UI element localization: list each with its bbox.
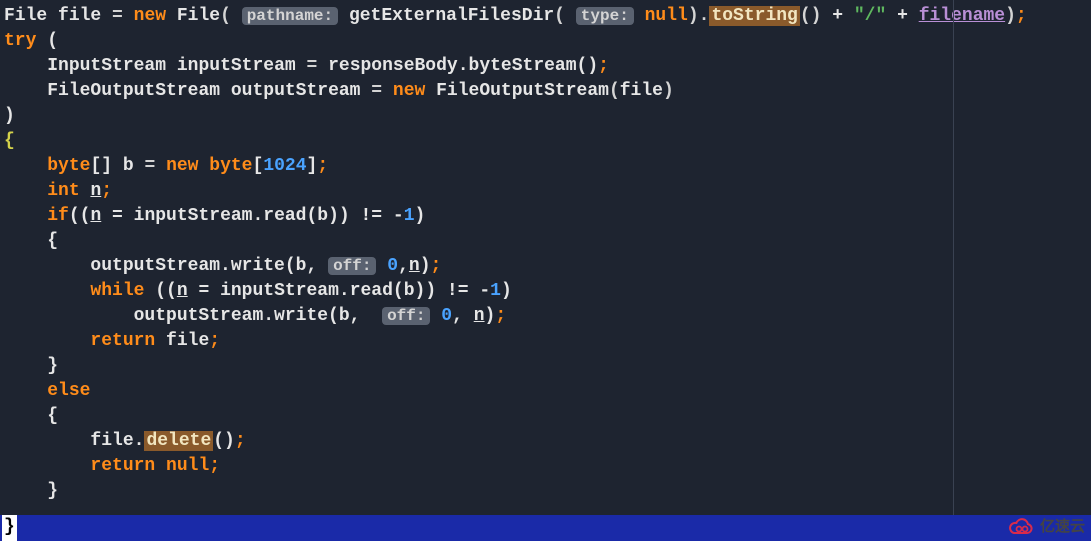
- type-file: File: [4, 6, 47, 26]
- hint-type: type:: [576, 7, 634, 25]
- var-n2: n: [90, 206, 101, 226]
- hint-off: off:: [328, 257, 376, 275]
- file-ctor: File: [177, 6, 220, 26]
- var-n: n: [90, 181, 101, 201]
- fos-arg: file: [620, 81, 663, 101]
- right-margin-line: [953, 0, 954, 515]
- plus1: +: [821, 6, 853, 26]
- expr-body: responseBody.byteStream(): [328, 56, 598, 76]
- kw-return: return: [90, 331, 155, 351]
- semi1: ;: [1016, 6, 1027, 26]
- getext: getExternalFilesDir: [349, 6, 554, 26]
- var-n4: n: [177, 281, 188, 301]
- plus2: +: [886, 6, 918, 26]
- num-neg1: 1: [404, 206, 415, 226]
- method-tostring: toString: [709, 6, 799, 26]
- var-file: file: [58, 6, 101, 26]
- var-n5: n: [474, 306, 485, 326]
- var-filename: filename: [919, 6, 1005, 26]
- num-neg1b: 1: [490, 281, 501, 301]
- kw-try: try: [4, 31, 36, 51]
- kw-null: null: [645, 6, 688, 26]
- kw-return2: return: [90, 456, 155, 476]
- watermark-text: 亿速云: [1040, 514, 1085, 539]
- var-os: outputStream: [231, 81, 361, 101]
- num-zero2: 0: [441, 306, 452, 326]
- status-bar: [0, 515, 1091, 541]
- kw-null2: null: [166, 456, 209, 476]
- watermark-logo: 亿速云: [1008, 514, 1085, 539]
- hint-off2: off:: [382, 307, 430, 325]
- kw-new3: new: [166, 156, 198, 176]
- read-call2: inputStream.read(b): [220, 281, 425, 301]
- var-n3: n: [409, 256, 420, 276]
- num-zero: 0: [387, 256, 398, 276]
- code-editor[interactable]: File file = new File( pathname: getExter…: [0, 0, 1091, 504]
- kw-int: int: [47, 181, 79, 201]
- kw-new: new: [134, 6, 166, 26]
- type-fos: FileOutputStream: [47, 81, 220, 101]
- type-is: InputStream: [47, 56, 166, 76]
- fos-ctor: FileOutputStream: [436, 81, 609, 101]
- write-call2: outputStream.write(b,: [134, 306, 372, 326]
- kw-if: if: [47, 206, 69, 226]
- kw-new2: new: [393, 81, 425, 101]
- kw-while: while: [90, 281, 144, 301]
- read-call: inputStream.read(b): [134, 206, 339, 226]
- var-b: b: [123, 156, 134, 176]
- kw-else: else: [47, 381, 90, 401]
- file-dot: file.: [90, 431, 144, 451]
- kw-byte: byte: [47, 156, 90, 176]
- write-call: outputStream.write(b,: [90, 256, 317, 276]
- matching-brace-highlight: }: [2, 515, 17, 541]
- method-delete: delete: [144, 431, 213, 451]
- brace-open: {: [4, 131, 15, 151]
- kw-byte2: byte: [209, 156, 252, 176]
- cloud-icon: [1008, 516, 1036, 538]
- hint-pathname: pathname:: [242, 7, 338, 25]
- var-is: inputStream: [177, 56, 296, 76]
- num-1024: 1024: [263, 156, 306, 176]
- str-slash: "/": [854, 6, 886, 26]
- ret-file: file: [166, 331, 209, 351]
